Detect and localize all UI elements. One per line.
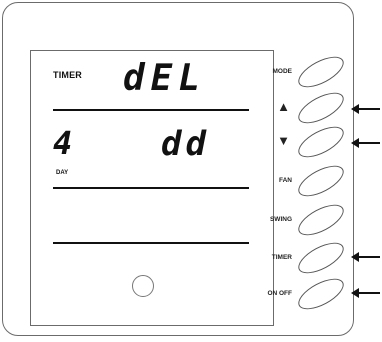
display-divider-middle — [53, 187, 249, 189]
display-divider-bottom — [53, 242, 249, 244]
ir-sensor-icon — [132, 275, 154, 297]
mode-button-row: MODE — [258, 50, 350, 94]
up-button-row: ▲ — [258, 86, 350, 130]
timer-button-pointer-arrow — [351, 252, 380, 262]
fan-label: FAN — [279, 177, 292, 184]
timer-label: TIMER — [271, 254, 292, 261]
right-segment-readout: dd — [161, 124, 210, 164]
main-segment-readout: dEL — [123, 58, 207, 99]
on-off-button-pointer-arrow — [351, 288, 380, 298]
down-button-pointer-arrow — [351, 138, 380, 148]
swing-label: SWING — [269, 216, 292, 223]
display-divider-top — [53, 109, 249, 111]
left-segment-readout: 4 — [53, 124, 73, 162]
mode-label: MODE — [272, 68, 293, 75]
timer-button-row: TIMER — [258, 236, 350, 280]
on-off-label: ON OFF — [267, 290, 292, 297]
on-off-button-row: ON OFF — [258, 272, 350, 316]
timer-indicator-label: TIMER — [53, 70, 82, 80]
day-indicator-label: DAY — [56, 170, 69, 176]
down-arrow-icon: ▼ — [277, 133, 290, 148]
down-button-row: ▼ — [258, 120, 350, 164]
up-arrow-icon: ▲ — [277, 99, 290, 114]
up-button-pointer-arrow — [351, 104, 380, 114]
lcd-display: TIMER dEL 4 DAY dd — [30, 50, 274, 326]
fan-button-row: FAN — [258, 159, 350, 203]
swing-button-row: SWING — [258, 198, 350, 242]
